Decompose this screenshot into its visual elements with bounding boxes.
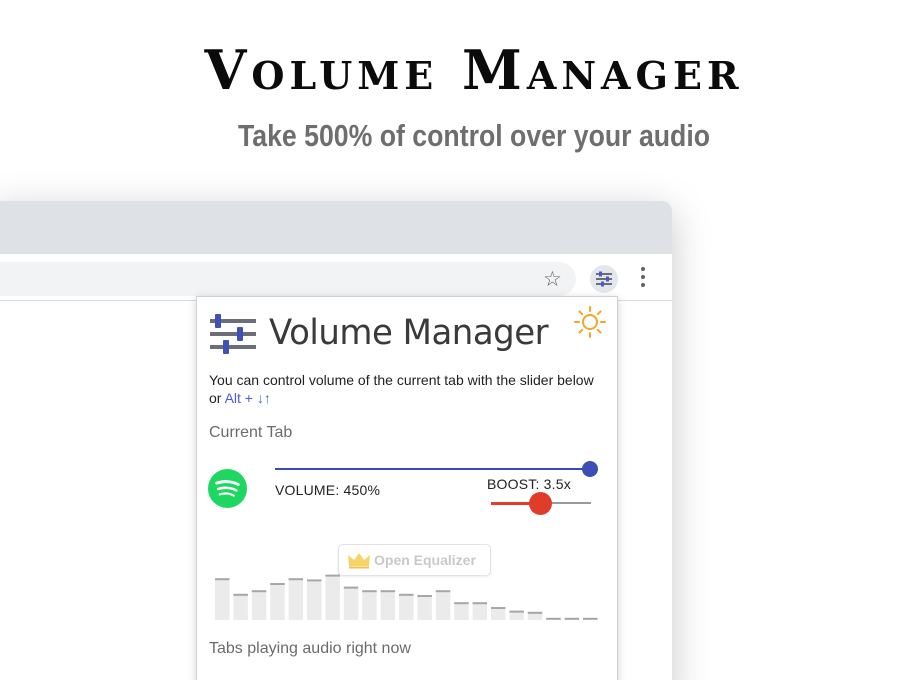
equalizer-bar-cap: [362, 590, 377, 593]
equalizer-bar: [233, 594, 248, 620]
equalizer-bar-cap: [564, 617, 580, 620]
equalizer-bar-cap: [472, 602, 488, 605]
hero-subtitle: Take 500% of control over your audio: [237, 118, 711, 153]
browser-tab-strip: [0, 201, 672, 254]
equalizer-bar-cap: [509, 610, 524, 613]
volume-slider-thumb[interactable]: [582, 461, 598, 477]
volume-slider-track[interactable]: [275, 468, 590, 470]
equalizer-bar-cap: [399, 593, 414, 596]
extension-button[interactable]: [590, 265, 618, 293]
equalizer-bar: [270, 584, 285, 620]
current-tab-heading: Current Tab: [209, 424, 293, 441]
crown-icon: [348, 553, 370, 569]
equalizer-bar: [399, 594, 414, 620]
boost-label: BOOST: 3.5x: [487, 476, 571, 492]
equalizer-bar-cap: [527, 611, 543, 614]
volume-label: VOLUME: 450%: [275, 482, 381, 498]
extension-sliders-icon: [596, 271, 612, 287]
equalizer-bar-cap: [583, 617, 598, 620]
hero-title: Volume Manager: [204, 38, 744, 102]
sliders-logo-icon: [210, 314, 256, 354]
equalizer-bar: [288, 579, 304, 620]
equalizer-bar-cap: [325, 574, 340, 577]
hotkey-hint: Alt + ↓↑: [224, 390, 271, 406]
equalizer-bar-cap: [270, 583, 285, 585]
volume-manager-popup: Volume Manager You can control volume of…: [196, 296, 618, 680]
sun-icon[interactable]: [573, 305, 607, 339]
popup-title: Volume Manager: [269, 313, 549, 353]
equalizer-bar: [454, 603, 469, 620]
equalizer-bar-cap: [307, 579, 322, 582]
equalizer-bar-cap: [546, 617, 561, 620]
equalizer-bar-cap: [343, 586, 359, 589]
popup-description: You can control volume of the current ta…: [209, 371, 609, 407]
equalizer-bar-cap: [215, 578, 230, 581]
equalizer-bar-cap: [233, 593, 248, 596]
open-equalizer-button[interactable]: Open Equalizer: [338, 544, 491, 576]
equalizer-bar: [380, 591, 396, 620]
equalizer-bar: [325, 575, 340, 620]
equalizer-bar: [215, 579, 230, 620]
more-vert-icon[interactable]: [640, 267, 646, 291]
equalizer-bar: [509, 611, 524, 620]
equalizer-bar: [491, 608, 506, 620]
equalizer-bar-cap: [435, 590, 451, 593]
equalizer-bar: [343, 587, 359, 620]
equalizer-bar: [527, 612, 543, 620]
equalizer-bar-cap: [288, 578, 304, 581]
address-bar[interactable]: [0, 262, 576, 296]
spotify-icon: [208, 469, 247, 508]
tabs-playing-heading: Tabs playing audio right now: [209, 640, 411, 657]
equalizer-bar: [307, 580, 322, 620]
equalizer-bar-cap: [417, 595, 432, 597]
star-icon[interactable]: ☆: [543, 262, 562, 296]
equalizer-bar: [251, 591, 267, 620]
equalizer-bar-cap: [454, 602, 469, 605]
equalizer-bar-cap: [491, 607, 506, 609]
equalizer-bar: [435, 591, 451, 620]
equalizer-bar-cap: [380, 590, 396, 593]
equalizer-bar: [362, 591, 377, 620]
open-equalizer-label: Open Equalizer: [374, 552, 476, 568]
equalizer-bar: [417, 596, 432, 620]
boost-slider-thumb[interactable]: [529, 492, 552, 515]
equalizer-bar: [472, 603, 488, 620]
equalizer-bar-cap: [251, 590, 267, 593]
browser-toolbar: ☆: [0, 254, 672, 301]
